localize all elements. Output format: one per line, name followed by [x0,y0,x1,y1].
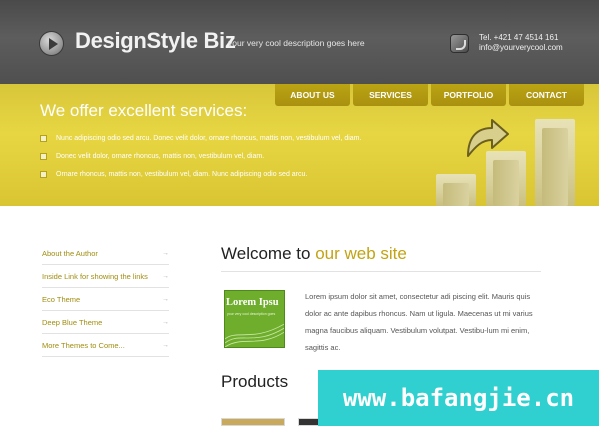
thumbnail-subtitle: your very cool description goes [227,312,276,316]
contact-phone: Tel. +421 47 4514 161 [479,33,559,42]
banner-list-item: Nunc adipiscing odio sed arcu. Donec vel… [40,129,361,147]
contact-email[interactable]: info@yourverycool.com [479,43,563,52]
sidebar-item-eco-theme[interactable]: Eco Theme → [42,288,169,311]
site-logo[interactable]: DesignStyle Biz [75,28,236,54]
site-tagline: your very cool description goes here [228,38,365,48]
feature-thumbnail: Lorem Ipsu your very cool description go… [224,290,285,348]
play-icon[interactable] [39,31,64,56]
banner-list-text: Ornare rhoncus, mattis non, vestibulum v… [56,170,308,178]
sidebar: About the Author → Inside Link for showi… [42,242,169,357]
welcome-highlight: our web site [315,244,407,263]
nav-services[interactable]: SERVICES [353,84,428,106]
sidebar-item-deep-blue-theme[interactable]: Deep Blue Theme → [42,311,169,334]
graphic-bar-inner [493,160,519,206]
main-nav: ABOUT US SERVICES PORTFOLIO CONTACT [275,84,584,106]
checkbox-icon [40,134,47,142]
banner-list-item: Donec velit dolor, ornare rhoncus, matti… [40,147,361,165]
phone-icon [450,34,469,53]
arrow-right-icon: → [162,318,169,326]
watermark-text: www.bafangjie.cn [342,384,575,412]
banner-list-item: Ornare rhoncus, mattis non, vestibulum v… [40,165,361,183]
graphic-bar-large [535,119,575,206]
site-header: DesignStyle Biz your very cool descripti… [0,0,599,84]
graphic-bar-inner [443,183,469,206]
sidebar-item-about-author[interactable]: About the Author → [42,242,169,265]
growth-arrow-icon [467,119,509,157]
nav-portfolio[interactable]: PORTFOLIO [431,84,506,106]
checkbox-icon [40,152,47,160]
graphic-bar-inner [542,128,568,206]
watermark-overlay: www.bafangjie.cn [318,370,599,426]
sidebar-item-label: Inside Link for showing the links [42,271,148,281]
arrow-right-icon: → [162,272,169,280]
arrow-right-icon: → [162,295,169,303]
sidebar-item-label: Deep Blue Theme [42,317,103,327]
wave-lines-icon [225,323,284,347]
thumbnail-title: Lorem Ipsu [226,297,279,308]
products-heading: Products [221,372,289,391]
banner-title: We offer excellent services: [40,101,248,120]
welcome-body-text: Lorem ipsum dolor sit amet, consectetur … [305,292,533,352]
banner-list-text: Donec velit dolor, ornare rhoncus, matti… [56,152,265,160]
banner-list-text: Nunc adipiscing odio sed arcu. Donec vel… [56,134,362,142]
product-thumbnail[interactable] [221,418,285,426]
arrow-right-icon: → [162,249,169,257]
nav-contact[interactable]: CONTACT [509,84,584,106]
nav-about-us[interactable]: ABOUT US [275,84,350,106]
divider [221,271,541,272]
graphic-bar-small [436,174,476,206]
banner-list: Nunc adipiscing odio sed arcu. Donec vel… [40,129,361,183]
sidebar-item-label: Eco Theme [42,294,81,304]
sidebar-item-inside-link[interactable]: Inside Link for showing the links → [42,265,169,288]
checkbox-icon [40,170,47,178]
welcome-prefix: Welcome to [221,244,311,263]
arrow-right-icon: → [162,341,169,349]
welcome-heading: Welcome to our web site [221,244,407,264]
sidebar-item-label: About the Author [42,248,98,258]
sidebar-item-label: More Themes to Come... [42,340,125,350]
sidebar-item-more-themes[interactable]: More Themes to Come... → [42,334,169,357]
